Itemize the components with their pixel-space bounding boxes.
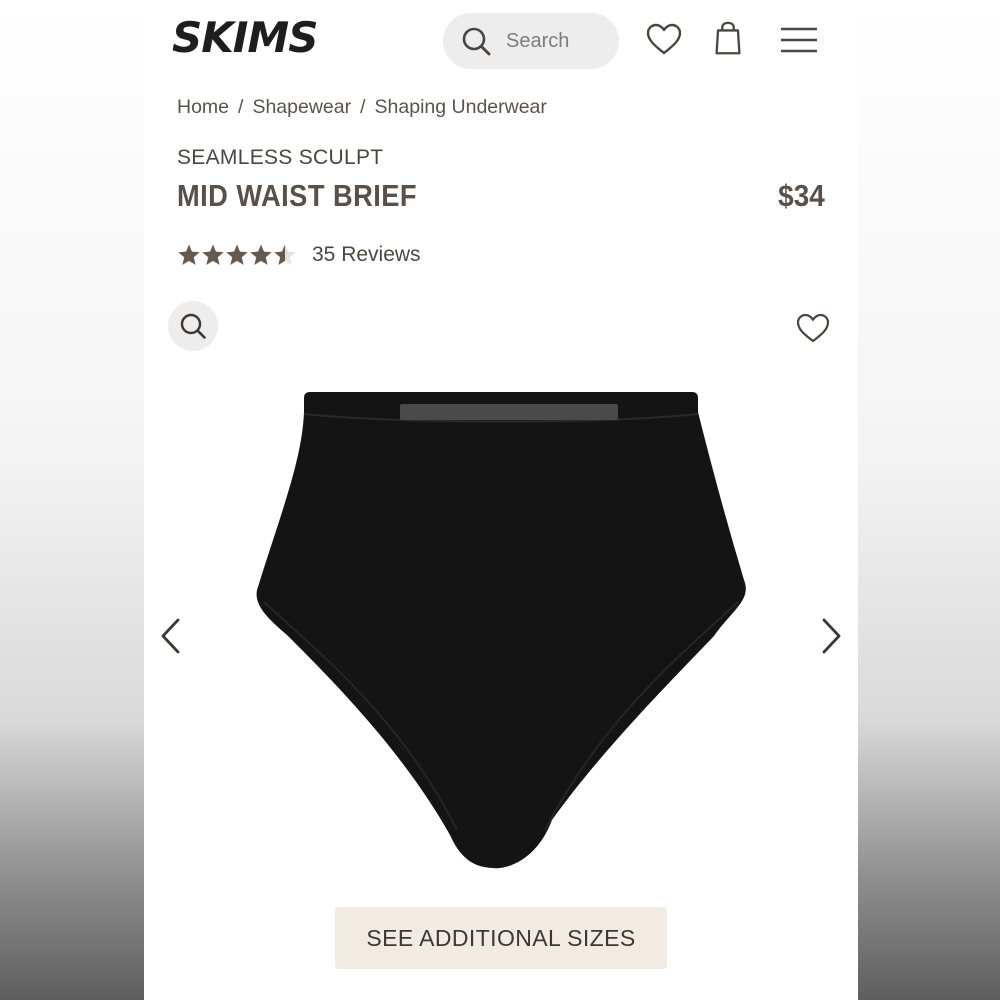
menu-icon[interactable] [779,21,819,59]
zoom-icon [180,313,206,339]
product-page: SKIMS Search Home / Shapewear / Shaping Unde… [144,0,858,1000]
wishlist-heart-icon[interactable] [795,311,831,345]
search-icon [462,27,491,56]
star-icon [226,244,248,265]
breadcrumb-home[interactable]: Home [177,96,229,118]
logo-text: SKIMS [172,14,317,60]
product-price: $34 [778,178,825,213]
prev-arrow-icon[interactable] [156,616,186,656]
breadcrumb-separator: / [238,96,244,118]
search-placeholder: Search [506,29,570,52]
skims-logo[interactable]: SKIMS [172,14,337,60]
collection-name: SEAMLESS SCULPT [177,146,384,169]
star-icon [178,244,200,265]
star-half-icon [274,244,296,265]
star-icon [202,244,224,265]
product-title: MID WAIST BRIEF [177,178,417,213]
zoom-button[interactable] [168,301,218,351]
see-additional-sizes-button[interactable]: SEE ADDITIONAL SIZES [335,907,667,969]
breadcrumb-shaping-underwear[interactable]: Shaping Underwear [375,96,547,118]
bag-icon[interactable] [709,20,747,58]
garment-body [256,392,746,869]
next-arrow-icon[interactable] [816,616,846,656]
heart-icon[interactable] [645,21,683,59]
breadcrumb: Home / Shapewear / Shaping Underwear [177,96,547,119]
breadcrumb-shapewear[interactable]: Shapewear [252,96,351,118]
search-input[interactable]: Search [443,13,619,69]
rating: 35 Reviews [177,243,421,267]
star-icon [250,244,272,265]
breadcrumb-separator: / [360,96,366,118]
product-image[interactable] [252,390,750,875]
rating-stars [177,243,297,267]
reviews-link[interactable]: 35 Reviews [312,243,421,267]
waistband-label [400,404,618,420]
